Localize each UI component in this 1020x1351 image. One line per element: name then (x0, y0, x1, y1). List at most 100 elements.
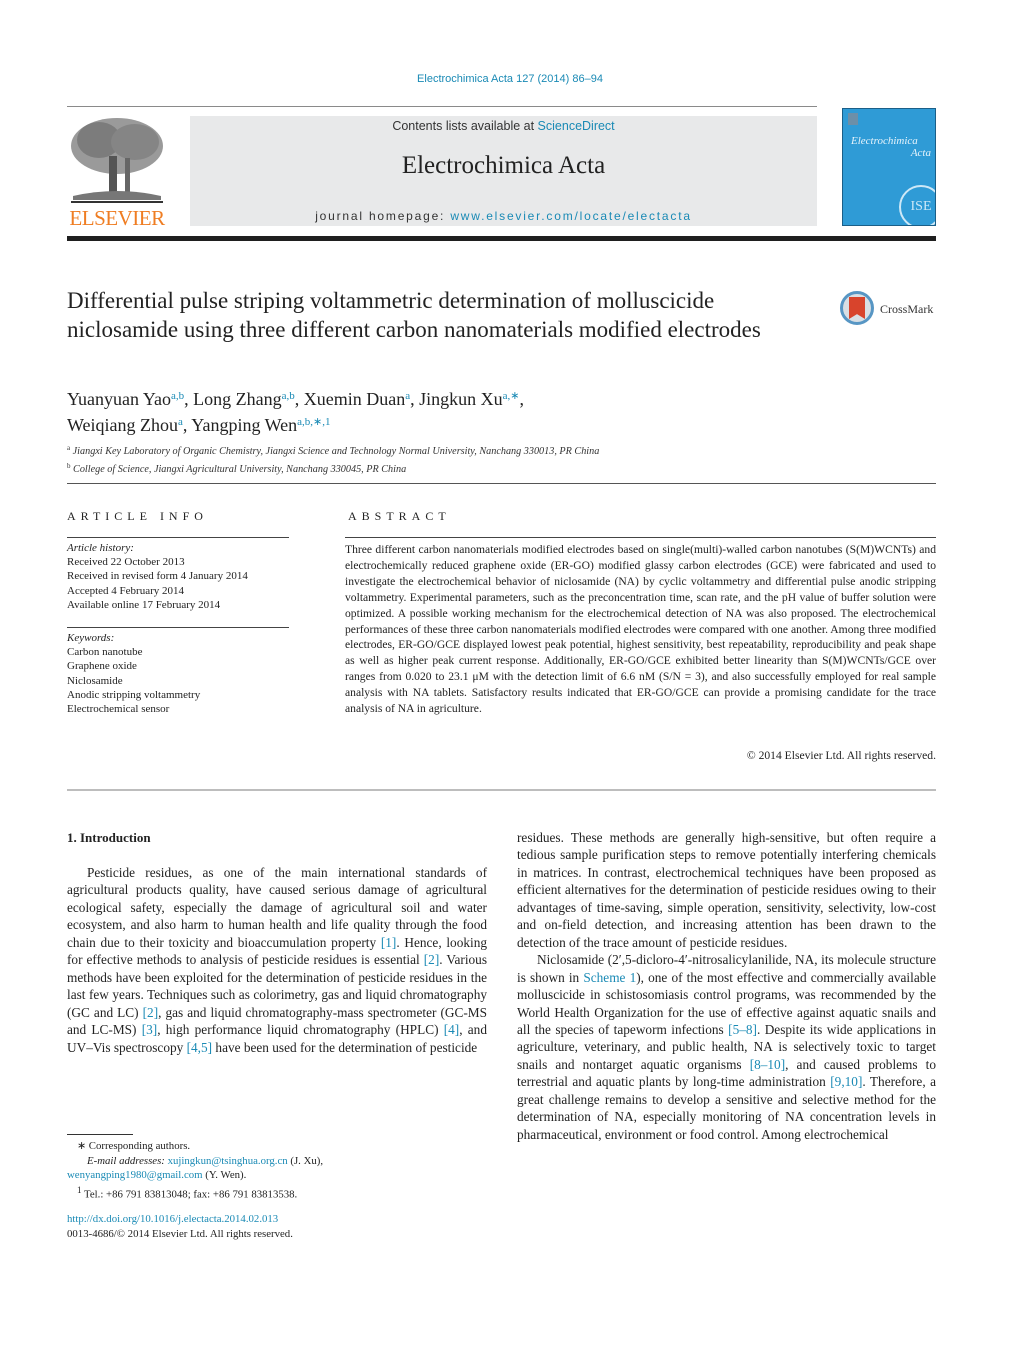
author-separator: , (519, 389, 525, 409)
author-name: Yangping Wen (191, 415, 298, 435)
cover-publisher-mark (848, 113, 858, 125)
author-separator: , (294, 389, 304, 409)
section-rule (67, 483, 936, 484)
reference-link[interactable]: [5–8] (728, 1022, 757, 1037)
author-affiliation-link[interactable]: a,∗ (503, 390, 520, 402)
header-rule (67, 106, 817, 107)
body-column-left: Pesticide residues, as one of the main i… (67, 864, 487, 1056)
article-history: Article history: Received 22 October 201… (67, 541, 297, 612)
affiliation-mark: b (67, 462, 71, 470)
email-note-2: wenyangping1980@gmail.com (Y. Wen). (67, 1168, 487, 1183)
author-separator: , (184, 389, 194, 409)
abstract-copyright: © 2014 Elsevier Ltd. All rights reserved… (746, 749, 936, 762)
introduction-heading: 1. Introduction (67, 830, 151, 845)
author-list: Yuanyuan Yaoa,b, Long Zhanga,b, Xuemin D… (67, 385, 767, 437)
crossmark-button[interactable]: CrossMark (840, 291, 940, 329)
contents-line: Contents lists available at ScienceDirec… (190, 119, 817, 133)
history-item: Received 22 October 2013 (67, 556, 185, 569)
author-separator: , (182, 415, 192, 435)
ise-seal-icon: ISE (899, 185, 935, 225)
author-name: Yuanyuan Yao (67, 389, 172, 409)
body-column-right: residues. These methods are generally hi… (517, 829, 936, 1143)
affiliation-text: Jiangxi Key Laboratory of Organic Chemis… (72, 446, 600, 457)
keywords-label: Keywords: (67, 632, 115, 644)
journal-cover-image[interactable]: Electrochimica Acta ISE (842, 108, 936, 226)
body-text: , high performance liquid chromatography… (157, 1022, 444, 1038)
history-item: Accepted 4 February 2014 (67, 584, 184, 597)
keyword-item: Electrochemical sensor (67, 703, 170, 716)
reference-link[interactable]: [4] (444, 1022, 460, 1037)
history-label: Article history: (67, 542, 134, 554)
author-line-2: Weiqiang Zhoua, Yangping Wena,b,∗,1 (67, 415, 331, 435)
keyword-item: Niclosamide (67, 674, 123, 687)
abstract-heading: ABSTRACT (348, 509, 451, 523)
homepage-prefix: journal homepage: (315, 209, 451, 223)
issn-line: 0013-4686/© 2014 Elsevier Ltd. All right… (67, 1227, 293, 1240)
doi-link[interactable]: http://dx.doi.org/10.1016/j.electacta.20… (67, 1213, 278, 1225)
author-affiliation-link[interactable]: a,b (171, 390, 184, 402)
email-owner: (Y. Wen). (202, 1169, 247, 1181)
reference-link[interactable]: [9,10] (830, 1074, 862, 1089)
reference-link[interactable]: Scheme 1 (583, 970, 636, 985)
cover-title-line1: Electrochimica (851, 135, 918, 147)
keyword-item: Anodic stripping voltammetry (67, 688, 201, 701)
author-name: Jingkun Xu (419, 389, 503, 409)
author-name: Weiqiang Zhou (67, 415, 179, 435)
body-paragraph: Niclosamide (2′,5-dicloro-4′-nitrosalicy… (517, 951, 936, 1143)
keyword-item: Carbon nanotube (67, 646, 143, 659)
article-info-heading: ARTICLE INFO (67, 509, 208, 523)
email-owner: (J. Xu), (287, 1154, 324, 1167)
homepage-link[interactable]: www.elsevier.com/locate/electacta (450, 209, 691, 223)
reference-link[interactable]: [3] (142, 1022, 158, 1037)
author-separator: , (410, 389, 420, 409)
keywords-rule (67, 627, 289, 628)
reference-link[interactable]: [1] (381, 935, 397, 950)
reference-link[interactable]: [8–10] (750, 1057, 785, 1072)
affiliation-text: College of Science, Jiangxi Agricultural… (73, 464, 407, 475)
doi-block: http://dx.doi.org/10.1016/j.electacta.20… (67, 1212, 487, 1241)
footnotes: ∗ Corresponding authors. E-mail addresse… (67, 1139, 487, 1202)
journal-banner: Contents lists available at ScienceDirec… (190, 116, 817, 226)
affiliation-item: b College of Science, Jiangxi Agricultur… (67, 459, 787, 477)
email-label: E-mail addresses: (87, 1154, 168, 1167)
sciencedirect-link[interactable]: ScienceDirect (538, 119, 615, 133)
author-name: Long Zhang (193, 389, 282, 409)
reference-link[interactable]: [2] (424, 952, 440, 967)
article-info-rule (67, 537, 289, 538)
tel-note: 1 Tel.: +86 791 83813048; fax: +86 791 8… (67, 1183, 487, 1202)
elsevier-tree-icon (69, 116, 165, 204)
affiliations: a Jiangxi Key Laboratory of Organic Chem… (67, 441, 787, 477)
footnote-rule (67, 1134, 133, 1135)
journal-name: Electrochimica Acta (401, 152, 606, 179)
article-title: Differential pulse striping voltammetric… (67, 288, 761, 342)
abstract-rule (345, 537, 936, 538)
keywords: Keywords: Carbon nanotube Graphene oxide… (67, 631, 297, 716)
corresponding-note: ∗ Corresponding authors. (77, 1140, 191, 1152)
elsevier-wordmark: ELSEVIER (69, 206, 165, 230)
email-note: E-mail addresses: xujingkun@tsinghua.org… (67, 1154, 487, 1169)
email-link-wen[interactable]: wenyangping1980@gmail.com (67, 1169, 203, 1181)
author-name: Xuemin Duan (303, 389, 406, 409)
history-item: Received in revised form 4 January 2014 (67, 570, 248, 583)
journal-citation-link[interactable]: Electrochimica Acta 127 (2014) 86–94 (0, 73, 1020, 85)
tel-text: Tel.: +86 791 83813048; fax: +86 791 838… (81, 1188, 298, 1201)
history-item: Available online 17 February 2014 (67, 598, 221, 611)
cover-title-line2: Acta (910, 147, 931, 159)
body-paragraph: Pesticide residues, as one of the main i… (67, 864, 487, 1056)
reference-link[interactable]: [2] (143, 1005, 159, 1020)
abstract-text: Three different carbon nanomaterials mod… (345, 543, 936, 716)
body-paragraph: residues. These methods are generally hi… (517, 830, 936, 950)
crossmark-label: CrossMark (880, 302, 934, 316)
contents-prefix: Contents lists available at (392, 119, 538, 133)
author-affiliation-link[interactable]: a,b,∗,1 (297, 416, 330, 428)
author-affiliation-link[interactable]: a,b (282, 390, 295, 402)
elsevier-logo[interactable]: ELSEVIER (67, 116, 167, 230)
body-text: have been used for the determination of … (212, 1039, 478, 1055)
affiliation-item: a Jiangxi Key Laboratory of Organic Chem… (67, 441, 787, 459)
body-separator (67, 789, 936, 791)
header-thick-rule (67, 236, 936, 241)
affiliation-mark: a (67, 444, 71, 452)
email-link-xu[interactable]: xujingkun@tsinghua.org.cn (168, 1155, 288, 1167)
reference-link[interactable]: [4,5] (187, 1040, 212, 1055)
homepage-line: journal homepage: www.elsevier.com/locat… (190, 209, 817, 223)
